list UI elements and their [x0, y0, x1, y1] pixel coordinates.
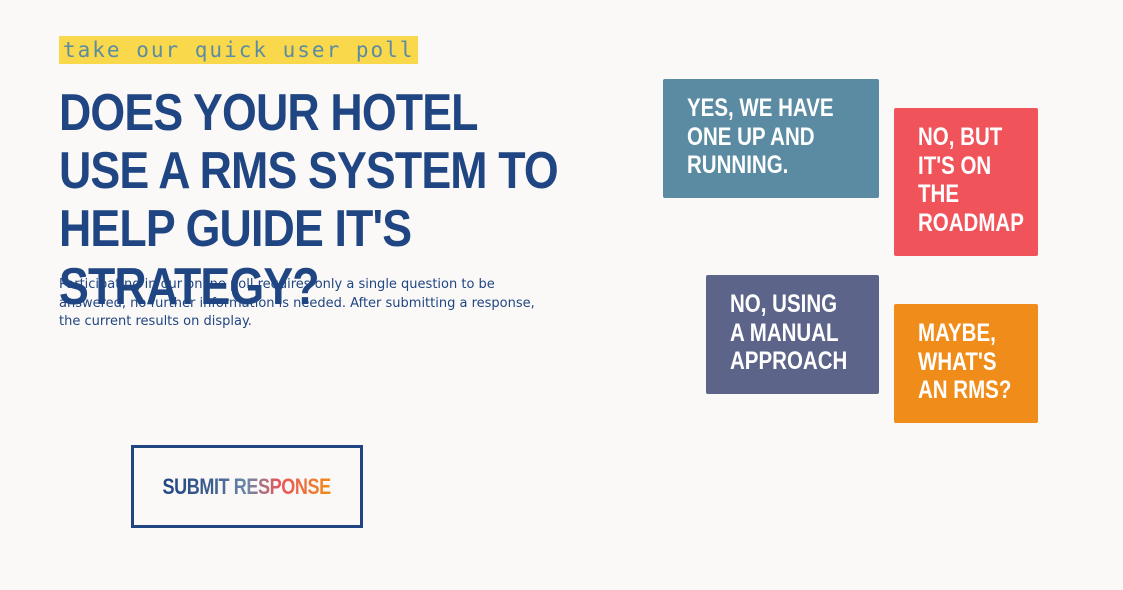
option-no-manual[interactable]: No, using a manual approach — [706, 275, 879, 394]
submit-response-button[interactable]: Submit Response — [131, 445, 363, 528]
option-no-roadmap[interactable]: No, but it's on the roadmap — [894, 108, 1038, 256]
option-no-roadmap-label: No, but it's on the roadmap — [918, 123, 1024, 237]
option-maybe[interactable]: Maybe, what's an RMS? — [894, 304, 1038, 423]
poll-tag: take our quick user poll — [59, 36, 419, 64]
option-yes-running-label: Yes, we have one up and running. — [687, 94, 834, 179]
option-maybe-label: Maybe, what's an RMS? — [918, 319, 1012, 404]
submit-response-label: Submit Response — [162, 473, 332, 499]
poll-description: Participating in our online poll require… — [59, 277, 535, 329]
option-no-manual-label: No, using a manual approach — [730, 290, 848, 375]
option-yes-running[interactable]: Yes, we have one up and running. — [663, 79, 879, 198]
